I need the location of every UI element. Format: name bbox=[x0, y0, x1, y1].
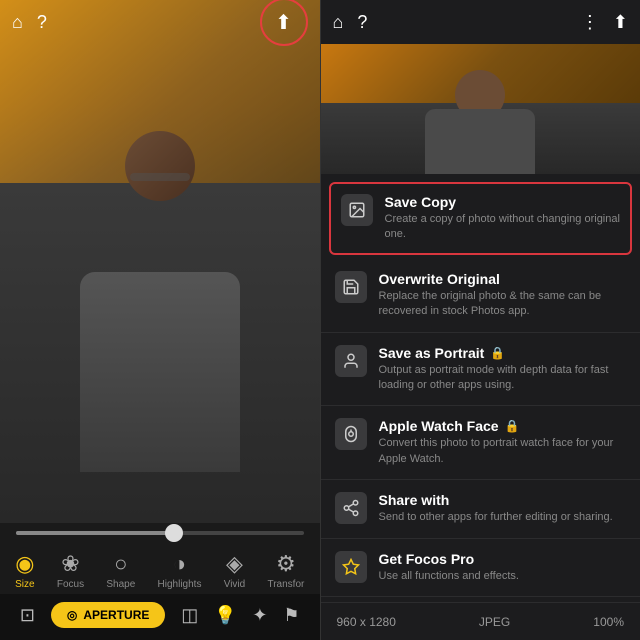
tool-vivid[interactable]: ◈ Vivid bbox=[224, 551, 246, 590]
transform-icon: ⚙ bbox=[276, 551, 296, 577]
right-bottom-bar: 960 x 1280 JPEG 100% bbox=[321, 602, 640, 640]
slider-area bbox=[0, 523, 320, 543]
photo-background bbox=[0, 0, 320, 523]
focos-pro-title: Get Focos Pro bbox=[379, 551, 627, 567]
share-text: Share with Send to other apps for furthe… bbox=[379, 492, 627, 525]
menu-item-save-copy[interactable]: Save Copy Create a copy of photo without… bbox=[329, 182, 633, 255]
vivid-icon: ◈ bbox=[226, 551, 243, 577]
slider-fill bbox=[16, 531, 174, 535]
watch-face-title: Apple Watch Face 🔒 bbox=[379, 418, 627, 434]
help-button[interactable]: ? bbox=[37, 13, 47, 31]
menu-item-watch-face[interactable]: Apple Watch Face 🔒 Convert this photo to… bbox=[321, 406, 640, 480]
highlights-label: Highlights bbox=[158, 579, 202, 590]
menu-list: Save Copy Create a copy of photo without… bbox=[321, 174, 640, 602]
person-head bbox=[125, 131, 195, 201]
light-icon[interactable]: 💡 bbox=[214, 605, 236, 626]
save-copy-title: Save Copy bbox=[385, 194, 621, 210]
menu-item-overwrite[interactable]: Overwrite Original Replace the original … bbox=[321, 259, 640, 333]
vivid-label: Vivid bbox=[224, 579, 246, 590]
right-top-left-icons: ⌂ ? bbox=[333, 13, 368, 31]
overwrite-title: Overwrite Original bbox=[379, 271, 627, 287]
portrait-text: Save as Portrait 🔒 Output as portrait mo… bbox=[379, 345, 627, 394]
left-top-bar: ⌂ ? ⬆ bbox=[0, 0, 320, 44]
portrait-title: Save as Portrait 🔒 bbox=[379, 345, 627, 361]
portrait-icon bbox=[335, 345, 367, 377]
overwrite-text: Overwrite Original Replace the original … bbox=[379, 271, 627, 320]
save-copy-icon bbox=[341, 194, 373, 226]
zoom-info: 100% bbox=[593, 615, 624, 629]
crop-icon[interactable]: ⊡ bbox=[20, 605, 35, 626]
right-more-button[interactable]: ⋮ bbox=[581, 13, 599, 31]
shape-label: Shape bbox=[106, 579, 135, 590]
aperture-icon: ◎ bbox=[67, 608, 77, 622]
tool-size[interactable]: ◉ Size bbox=[15, 551, 34, 590]
focus-icon: ❀ bbox=[61, 551, 79, 577]
size-icon: ◉ bbox=[15, 551, 34, 577]
tools-row: ◉ Size ❀ Focus ○ Shape ◑ Highlights ◈ Vi… bbox=[0, 543, 320, 594]
resolution-info: 960 x 1280 bbox=[337, 615, 396, 629]
right-top-bar: ⌂ ? ⋮ ⬆ bbox=[321, 0, 640, 44]
tool-shape[interactable]: ○ Shape bbox=[106, 551, 135, 590]
tool-highlights[interactable]: ◑ Highlights bbox=[158, 551, 202, 590]
highlights-icon: ◑ bbox=[173, 551, 186, 577]
watch-face-text: Apple Watch Face 🔒 Convert this photo to… bbox=[379, 418, 627, 467]
tool-focus[interactable]: ❀ Focus bbox=[57, 551, 84, 590]
right-panel: ⌂ ? ⋮ ⬆ Save Copy Create bbox=[321, 0, 640, 640]
right-photo-preview bbox=[321, 44, 640, 174]
watch-face-lock-icon: 🔒 bbox=[505, 419, 520, 433]
right-upload-button[interactable]: ⬆ bbox=[613, 13, 628, 31]
watch-face-icon bbox=[335, 418, 367, 450]
transform-label: Transfor bbox=[267, 579, 304, 590]
share-desc: Send to other apps for further editing o… bbox=[379, 510, 627, 525]
compare-icon[interactable]: ◫ bbox=[181, 605, 198, 626]
right-photo-inner bbox=[321, 44, 640, 174]
format-info: JPEG bbox=[479, 615, 510, 629]
left-bottom-bar: ⊡ ◎ APERTURE ◫ 💡 ✦ ⚑ bbox=[0, 594, 320, 640]
portrait-desc: Output as portrait mode with depth data … bbox=[379, 363, 627, 394]
aperture-label: APERTURE bbox=[83, 608, 149, 622]
right-help-button[interactable]: ? bbox=[357, 13, 367, 31]
person-body bbox=[80, 272, 240, 472]
focos-pro-desc: Use all functions and effects. bbox=[379, 569, 627, 584]
right-top-right-icons: ⋮ ⬆ bbox=[581, 13, 628, 31]
size-label: Size bbox=[15, 579, 34, 590]
focus-label: Focus bbox=[57, 579, 84, 590]
menu-item-share[interactable]: Share with Send to other apps for furthe… bbox=[321, 480, 640, 538]
share-title: Share with bbox=[379, 492, 627, 508]
left-top-left-icons: ⌂ ? bbox=[12, 13, 47, 31]
focos-pro-text: Get Focos Pro Use all functions and effe… bbox=[379, 551, 627, 584]
person-glasses bbox=[130, 173, 190, 181]
right-home-button[interactable]: ⌂ bbox=[333, 13, 344, 31]
menu-item-portrait[interactable]: Save as Portrait 🔒 Output as portrait mo… bbox=[321, 333, 640, 407]
aperture-button[interactable]: ◎ APERTURE bbox=[51, 602, 166, 628]
shape-icon: ○ bbox=[114, 551, 127, 577]
portrait-lock-icon: 🔒 bbox=[490, 346, 505, 360]
home-button[interactable]: ⌂ bbox=[12, 13, 23, 31]
tool-transform[interactable]: ⚙ Transfor bbox=[267, 551, 304, 590]
focos-pro-icon bbox=[335, 551, 367, 583]
flag-icon[interactable]: ⚑ bbox=[283, 605, 299, 626]
magic-icon[interactable]: ✦ bbox=[252, 605, 267, 626]
left-panel: ⌂ ? ⬆ ◉ Size bbox=[0, 0, 320, 640]
overwrite-desc: Replace the original photo & the same ca… bbox=[379, 289, 627, 320]
save-copy-desc: Create a copy of photo without changing … bbox=[385, 212, 621, 243]
watch-face-desc: Convert this photo to portrait watch fac… bbox=[379, 436, 627, 467]
slider-track[interactable] bbox=[16, 531, 304, 535]
upload-button[interactable]: ⬆ bbox=[260, 0, 308, 46]
slider-thumb[interactable] bbox=[165, 524, 183, 542]
share-icon bbox=[335, 492, 367, 524]
save-copy-text: Save Copy Create a copy of photo without… bbox=[385, 194, 621, 243]
menu-item-focos-pro[interactable]: Get Focos Pro Use all functions and effe… bbox=[321, 539, 640, 597]
overwrite-icon bbox=[335, 271, 367, 303]
photo-area bbox=[0, 0, 320, 523]
